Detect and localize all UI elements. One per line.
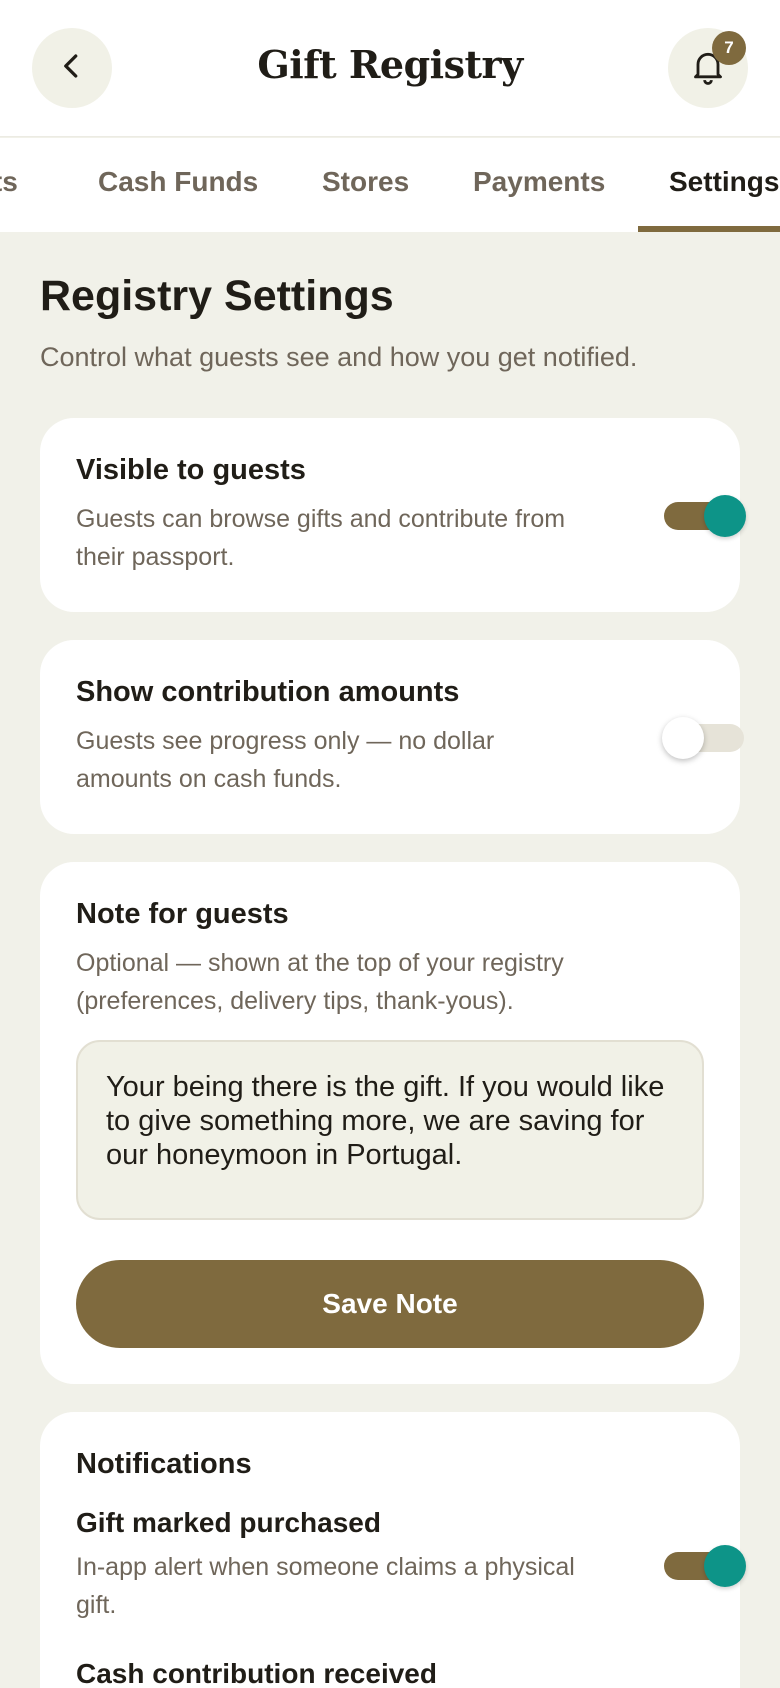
visibility-card: Visible to guests Guests can browse gift… bbox=[40, 418, 746, 612]
tab-settings[interactable]: Settings bbox=[669, 166, 779, 198]
amounts-title: Show contribution amounts bbox=[76, 676, 460, 708]
amounts-description: Guests see progress only — no dollar amo… bbox=[76, 727, 495, 793]
amounts-card: Show contribution amounts Guests see pro… bbox=[40, 640, 744, 834]
note-description: Optional — shown at the top of your regi… bbox=[76, 949, 564, 1015]
note-card: Note for guests Optional — shown at the … bbox=[40, 862, 740, 1384]
tab-cash-funds[interactable]: Cash Funds bbox=[98, 166, 258, 198]
gift-purchased-toggle[interactable] bbox=[664, 1545, 746, 1587]
guest-note-textarea[interactable]: Your being there is the gift. If you wou… bbox=[76, 1040, 704, 1220]
visibility-description: Guests can browse gifts and contribute f… bbox=[76, 505, 566, 571]
notifications-card: Notifications Gift marked purchased In-a… bbox=[40, 1412, 746, 1688]
tab-gifts[interactable]: Gifts bbox=[0, 166, 18, 198]
toggle-knob bbox=[704, 495, 746, 537]
toggle-knob bbox=[704, 1545, 746, 1587]
page-subtitle: Control what guests see and how you get … bbox=[40, 342, 638, 372]
app-title: Gift Registry bbox=[257, 42, 523, 87]
notification-item-title: Cash contribution received bbox=[76, 1658, 437, 1688]
tab-bar: Gifts Cash Funds Stores Payments Setting… bbox=[0, 138, 780, 232]
toggle-knob bbox=[662, 717, 704, 759]
tab-payments[interactable]: Payments bbox=[473, 166, 605, 198]
top-bar: Gift Registry 7 bbox=[0, 0, 780, 137]
amounts-toggle[interactable] bbox=[662, 717, 744, 759]
page-title: Registry Settings bbox=[40, 272, 394, 320]
notification-count-badge: 7 bbox=[712, 31, 746, 65]
active-tab-indicator bbox=[638, 226, 780, 232]
visibility-title: Visible to guests bbox=[76, 454, 306, 486]
notifications-title: Notifications bbox=[76, 1448, 252, 1480]
save-note-button[interactable]: Save Note bbox=[76, 1260, 704, 1348]
notification-item-title: Gift marked purchased bbox=[76, 1507, 381, 1538]
notification-item-description: In-app alert when someone claims a physi… bbox=[76, 1553, 575, 1619]
visibility-toggle[interactable] bbox=[664, 495, 746, 537]
note-title: Note for guests bbox=[76, 898, 289, 930]
tab-stores[interactable]: Stores bbox=[322, 166, 409, 198]
